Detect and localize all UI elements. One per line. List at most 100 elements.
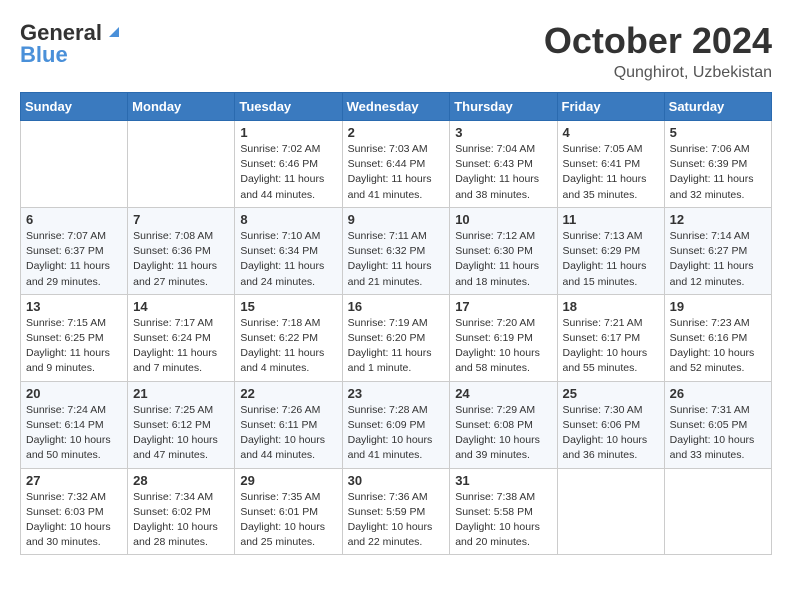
day-info: Sunrise: 7:08 AMSunset: 6:36 PMDaylight:… [133,229,229,290]
calendar-cell-4-5: 24 Sunrise: 7:29 AMSunset: 6:08 PMDayligh… [450,381,557,468]
calendar-week-2: 6Sunrise: 7:07 AMSunset: 6:37 PMDaylight… [21,207,772,294]
calendar-cell-4-7: 26Sunrise: 7:31 AMSunset: 6:05 PMDayligh… [664,381,771,468]
day-info: Sunrise: 7:05 AMSunset: 6:41 PMDaylight:… [563,142,659,203]
day-info: Sunrise: 7:11 AMSunset: 6:32 PMDaylight:… [348,229,445,290]
day-number: 8 [240,212,336,227]
calendar-header-sunday: Sunday [21,93,128,121]
calendar-cell-3-5: 17 Sunrise: 7:20 AMSunset: 6:19 PMDayligh… [450,294,557,381]
calendar-header-friday: Friday [557,93,664,121]
day-info: Sunrise: 7:21 AMSunset: 6:17 PMDaylight:… [563,316,659,377]
calendar-cell-1-7: 5Sunrise: 7:06 AMSunset: 6:39 PMDaylight… [664,121,771,208]
page-header: General Blue October 2024 Qunghirot, Uzb… [20,20,772,82]
day-number: 10 [455,212,551,227]
calendar-cell-2-1: 6Sunrise: 7:07 AMSunset: 6:37 PMDaylight… [21,207,128,294]
day-info: Sunrise: 7:04 AMSunset: 6:43 PMDaylight:… [455,142,551,203]
day-number: 27 [26,473,122,488]
calendar-cell-2-2: 7 Sunrise: 7:08 AMSunset: 6:36 PMDaylight… [128,207,235,294]
calendar-cell-1-1 [21,121,128,208]
calendar-cell-3-6: 18 Sunrise: 7:21 AMSunset: 6:17 PMDayligh… [557,294,664,381]
day-number: 26 [670,386,766,401]
calendar-cell-5-7 [664,468,771,555]
day-info: Sunrise: 7:29 AMSunset: 6:08 PMDaylight:… [455,403,551,464]
day-info: Sunrise: 7:24 AMSunset: 6:14 PMDaylight:… [26,403,122,464]
calendar-cell-1-5: 3 Sunrise: 7:04 AMSunset: 6:43 PMDaylight… [450,121,557,208]
day-number: 25 [563,386,659,401]
day-number: 6 [26,212,122,227]
calendar-week-4: 20 Sunrise: 7:24 AMSunset: 6:14 PMDayligh… [21,381,772,468]
location-title: Qunghirot, Uzbekistan [544,64,772,82]
calendar-cell-4-3: 22 Sunrise: 7:26 AMSunset: 6:11 PMDayligh… [235,381,342,468]
day-number: 23 [348,386,445,401]
calendar-cell-5-5: 31 Sunrise: 7:38 AMSunset: 5:58 PMDayligh… [450,468,557,555]
calendar-header-tuesday: Tuesday [235,93,342,121]
day-number: 3 [455,125,551,140]
day-number: 7 [133,212,229,227]
month-title: October 2024 [544,20,772,62]
day-number: 29 [240,473,336,488]
day-info: Sunrise: 7:20 AMSunset: 6:19 PMDaylight:… [455,316,551,377]
calendar-cell-1-6: 4 Sunrise: 7:05 AMSunset: 6:41 PMDaylight… [557,121,664,208]
calendar-cell-4-1: 20 Sunrise: 7:24 AMSunset: 6:14 PMDayligh… [21,381,128,468]
day-info: Sunrise: 7:19 AMSunset: 6:20 PMDaylight:… [348,316,445,377]
day-info: Sunrise: 7:34 AMSunset: 6:02 PMDaylight:… [133,490,229,551]
calendar-cell-2-4: 9 Sunrise: 7:11 AMSunset: 6:32 PMDaylight… [342,207,450,294]
day-info: Sunrise: 7:14 AMSunset: 6:27 PMDaylight:… [670,229,766,290]
day-number: 28 [133,473,229,488]
calendar-cell-3-2: 14Sunrise: 7:17 AMSunset: 6:24 PMDayligh… [128,294,235,381]
day-info: Sunrise: 7:03 AMSunset: 6:44 PMDaylight:… [348,142,445,203]
calendar-cell-2-3: 8Sunrise: 7:10 AMSunset: 6:34 PMDaylight… [235,207,342,294]
calendar-cell-3-7: 19 Sunrise: 7:23 AMSunset: 6:16 PMDayligh… [664,294,771,381]
calendar-cell-3-4: 16 Sunrise: 7:19 AMSunset: 6:20 PMDayligh… [342,294,450,381]
day-number: 15 [240,299,336,314]
day-info: Sunrise: 7:26 AMSunset: 6:11 PMDaylight:… [240,403,336,464]
day-number: 19 [670,299,766,314]
day-info: Sunrise: 7:15 AMSunset: 6:25 PMDaylight:… [26,316,122,377]
calendar-cell-1-3: 1Sunrise: 7:02 AMSunset: 6:46 PMDaylight… [235,121,342,208]
day-number: 16 [348,299,445,314]
logo: General Blue [20,20,123,68]
day-number: 9 [348,212,445,227]
day-info: Sunrise: 7:23 AMSunset: 6:16 PMDaylight:… [670,316,766,377]
day-number: 24 [455,386,551,401]
day-info: Sunrise: 7:02 AMSunset: 6:46 PMDaylight:… [240,142,336,203]
calendar-cell-5-1: 27 Sunrise: 7:32 AMSunset: 6:03 PMDayligh… [21,468,128,555]
day-info: Sunrise: 7:28 AMSunset: 6:09 PMDaylight:… [348,403,445,464]
calendar-cell-2-6: 11Sunrise: 7:13 AMSunset: 6:29 PMDayligh… [557,207,664,294]
calendar-week-3: 13 Sunrise: 7:15 AMSunset: 6:25 PMDayligh… [21,294,772,381]
calendar-header-saturday: Saturday [664,93,771,121]
logo-icon [105,23,123,41]
day-number: 20 [26,386,122,401]
day-number: 4 [563,125,659,140]
day-number: 13 [26,299,122,314]
day-info: Sunrise: 7:36 AMSunset: 5:59 PMDaylight:… [348,490,445,551]
calendar-header-row: SundayMondayTuesdayWednesdayThursdayFrid… [21,93,772,121]
day-info: Sunrise: 7:18 AMSunset: 6:22 PMDaylight:… [240,316,336,377]
day-info: Sunrise: 7:17 AMSunset: 6:24 PMDaylight:… [133,316,229,377]
day-info: Sunrise: 7:35 AMSunset: 6:01 PMDaylight:… [240,490,336,551]
day-number: 22 [240,386,336,401]
day-number: 17 [455,299,551,314]
calendar-cell-4-4: 23 Sunrise: 7:28 AMSunset: 6:09 PMDayligh… [342,381,450,468]
calendar-header-wednesday: Wednesday [342,93,450,121]
calendar-week-5: 27 Sunrise: 7:32 AMSunset: 6:03 PMDayligh… [21,468,772,555]
title-section: October 2024 Qunghirot, Uzbekistan [544,20,772,82]
calendar-cell-5-4: 30Sunrise: 7:36 AMSunset: 5:59 PMDayligh… [342,468,450,555]
calendar-cell-1-2 [128,121,235,208]
day-number: 18 [563,299,659,314]
calendar-cell-2-7: 12Sunrise: 7:14 AMSunset: 6:27 PMDayligh… [664,207,771,294]
day-info: Sunrise: 7:25 AMSunset: 6:12 PMDaylight:… [133,403,229,464]
calendar-week-1: 1Sunrise: 7:02 AMSunset: 6:46 PMDaylight… [21,121,772,208]
day-number: 11 [563,212,659,227]
logo-blue: Blue [20,42,68,68]
day-info: Sunrise: 7:30 AMSunset: 6:06 PMDaylight:… [563,403,659,464]
calendar-cell-5-2: 28 Sunrise: 7:34 AMSunset: 6:02 PMDayligh… [128,468,235,555]
calendar-cell-1-4: 2 Sunrise: 7:03 AMSunset: 6:44 PMDaylight… [342,121,450,208]
calendar-cell-3-1: 13 Sunrise: 7:15 AMSunset: 6:25 PMDayligh… [21,294,128,381]
day-info: Sunrise: 7:38 AMSunset: 5:58 PMDaylight:… [455,490,551,551]
day-info: Sunrise: 7:32 AMSunset: 6:03 PMDaylight:… [26,490,122,551]
day-number: 31 [455,473,551,488]
calendar-header-thursday: Thursday [450,93,557,121]
calendar-header-monday: Monday [128,93,235,121]
calendar-cell-3-3: 15 Sunrise: 7:18 AMSunset: 6:22 PMDayligh… [235,294,342,381]
day-number: 2 [348,125,445,140]
